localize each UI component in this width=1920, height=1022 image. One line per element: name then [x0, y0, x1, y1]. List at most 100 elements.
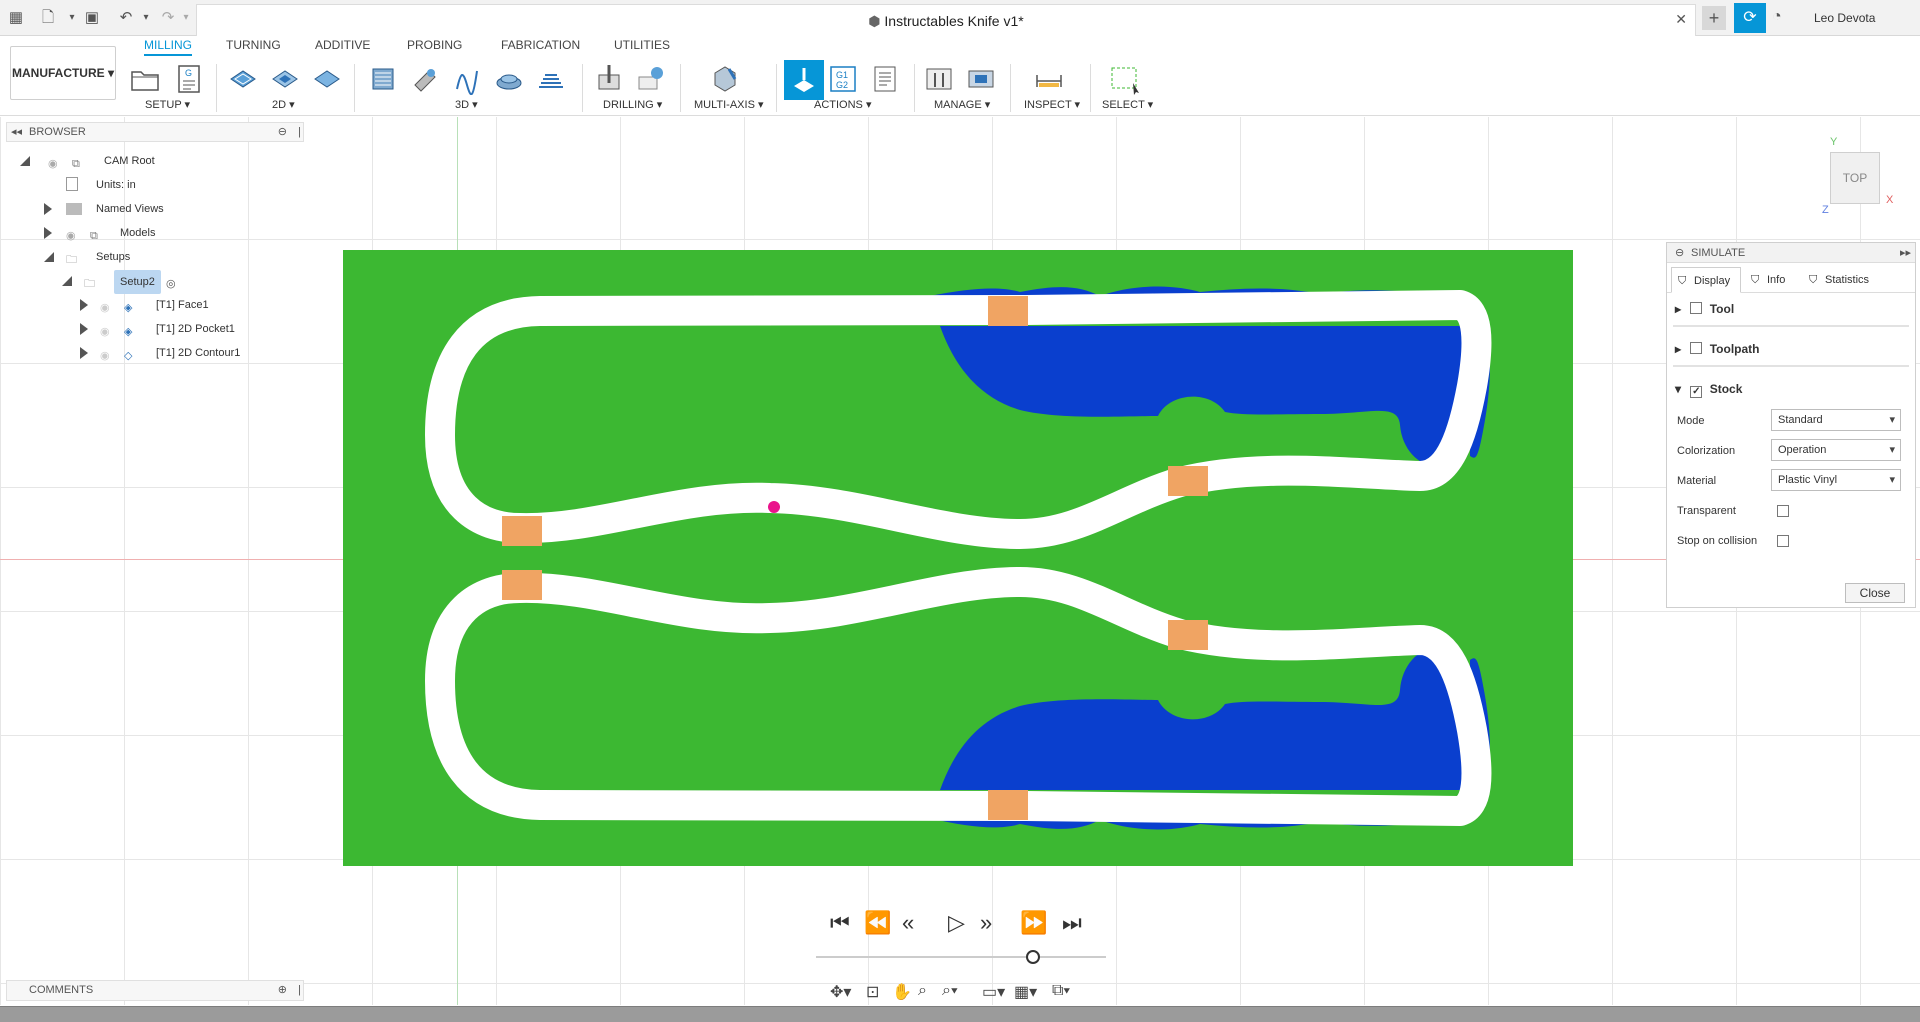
- select-group-label[interactable]: SELECT ▾: [1102, 98, 1153, 111]
- viewports-icon[interactable]: ⧉▾: [1052, 982, 1070, 1000]
- post-process-icon[interactable]: G1 G2: [826, 62, 860, 96]
- transparent-checkbox[interactable]: [1777, 505, 1789, 517]
- close-tab-icon[interactable]: ✕: [1675, 11, 1687, 28]
- apps-grid-icon[interactable]: ▦: [6, 8, 26, 28]
- user-name[interactable]: Leo Devota: [1814, 11, 1875, 25]
- hole-recognition-icon[interactable]: [634, 62, 668, 96]
- visibility-eye-icon[interactable]: ◉: [100, 321, 116, 338]
- 2d-pocket-icon[interactable]: [268, 62, 302, 96]
- tab-info[interactable]: ⛉ Info: [1745, 267, 1801, 293]
- tool-library-icon[interactable]: [922, 62, 956, 96]
- browser-header[interactable]: ◂◂ BROWSER ⊖ |: [6, 122, 304, 142]
- tab-turning[interactable]: TURNING: [226, 38, 281, 52]
- workspace-switcher[interactable]: MANUFACTURE ▾: [10, 46, 116, 100]
- setup-sheet-icon[interactable]: G: [172, 62, 206, 96]
- tab-milling[interactable]: MILLING: [144, 38, 193, 56]
- new-folder-icon[interactable]: [128, 62, 162, 96]
- section-toolpath[interactable]: ▸ Toolpath: [1675, 339, 1759, 359]
- toolpath-checkbox[interactable]: [1690, 342, 1703, 354]
- collapse-icon[interactable]: ▾: [1675, 382, 1681, 396]
- stock-checkbox[interactable]: ✓: [1690, 386, 1703, 398]
- play-icon[interactable]: ▷: [948, 910, 965, 936]
- drilling-group-label[interactable]: DRILLING ▾: [603, 98, 662, 111]
- tree-named-views[interactable]: Named Views: [20, 198, 220, 220]
- collapse-icon[interactable]: [20, 156, 30, 166]
- inspect-group-label[interactable]: INSPECT ▾: [1024, 98, 1080, 111]
- redo-dropdown-icon[interactable]: ▾: [176, 8, 196, 28]
- visibility-eye-icon[interactable]: ◉: [100, 345, 116, 362]
- expand-icon[interactable]: [80, 323, 88, 335]
- tree-models[interactable]: ◉ ⧉ Models: [20, 222, 220, 244]
- stop-on-collision-checkbox[interactable]: [1777, 535, 1789, 547]
- expand-icon[interactable]: ▸: [1675, 342, 1681, 356]
- job-status-button[interactable]: ⟳: [1734, 3, 1766, 33]
- simulate-collapse-icon[interactable]: ⊖: [1675, 243, 1684, 263]
- viewcube-face-top[interactable]: TOP: [1830, 152, 1880, 204]
- orbit-icon[interactable]: ✥▾: [830, 982, 851, 1002]
- close-button[interactable]: Close: [1845, 583, 1905, 603]
- 3d-adaptive-icon[interactable]: [366, 62, 400, 96]
- tool-checkbox[interactable]: [1690, 302, 1703, 314]
- clock-icon[interactable]: ◔: [1772, 8, 1782, 26]
- 3d-group-label[interactable]: 3D ▾: [455, 98, 478, 111]
- simulate-expand-icon[interactable]: ▸▸: [1900, 243, 1911, 263]
- pan-icon[interactable]: ✋: [892, 982, 912, 1002]
- step-forward-icon[interactable]: »: [980, 910, 992, 936]
- expand-icon[interactable]: [44, 227, 52, 239]
- multi-axis-group-label[interactable]: MULTI-AXIS ▾: [694, 98, 764, 111]
- collapse-panel-icon[interactable]: ◂◂: [11, 123, 22, 141]
- setup-group-label[interactable]: SETUP ▾: [145, 98, 190, 111]
- file-dropdown-icon[interactable]: ▾: [62, 8, 82, 28]
- timeline-handle[interactable]: [1026, 950, 1040, 964]
- 3d-contour-icon[interactable]: [492, 62, 526, 96]
- tree-op-pocket1[interactable]: ◉ ◈ [T1] 2D Pocket1: [20, 318, 240, 340]
- section-tool[interactable]: ▸ Tool: [1675, 299, 1734, 319]
- tab-display[interactable]: ⛉ Display: [1671, 267, 1741, 293]
- tab-utilities[interactable]: UTILITIES: [614, 38, 670, 52]
- simulate-header[interactable]: ⊖ SIMULATE ▸▸: [1667, 243, 1915, 263]
- visibility-eye-icon[interactable]: ◉: [48, 153, 64, 170]
- material-select[interactable]: Plastic Vinyl: [1771, 469, 1901, 491]
- 2d-adaptive-icon[interactable]: [226, 62, 260, 96]
- next-operation-icon[interactable]: ⏩: [1020, 910, 1047, 936]
- tree-setups[interactable]: 🗀 Setups: [20, 246, 220, 268]
- active-setup-icon[interactable]: ◎: [166, 273, 182, 290]
- expand-icon[interactable]: [80, 299, 88, 311]
- file-menu-icon[interactable]: 🗋: [38, 8, 58, 28]
- select-window-icon[interactable]: [1108, 62, 1142, 96]
- skip-to-end-icon[interactable]: ⏭: [1062, 910, 1082, 936]
- previous-operation-icon[interactable]: ⏪: [864, 910, 891, 936]
- tab-probing[interactable]: PROBING: [407, 38, 462, 52]
- expand-icon[interactable]: [44, 203, 52, 215]
- simulate-icon[interactable]: [784, 60, 824, 100]
- tab-additive[interactable]: ADDITIVE: [315, 38, 370, 52]
- simulation-timeline[interactable]: [816, 956, 1106, 958]
- display-settings-icon[interactable]: ▭▾: [982, 982, 1005, 1002]
- actions-group-label[interactable]: ACTIONS ▾: [814, 98, 871, 111]
- look-at-icon[interactable]: ⊡: [866, 982, 879, 1002]
- browser-minimize-icon[interactable]: ⊖: [278, 123, 287, 141]
- undo-dropdown-icon[interactable]: ▾: [136, 8, 156, 28]
- undo-icon[interactable]: ↶: [116, 8, 136, 28]
- document-tab[interactable]: ⬢ Instructables Knife v1* ✕: [196, 4, 1696, 36]
- expand-icon[interactable]: ▸: [1675, 302, 1681, 316]
- fit-icon[interactable]: ⌕▾: [942, 982, 958, 1000]
- 3d-parallel-icon[interactable]: [450, 62, 484, 96]
- new-tab-button[interactable]: +: [1702, 6, 1726, 30]
- tab-fabrication[interactable]: FABRICATION: [501, 38, 580, 52]
- setup-sheet-action-icon[interactable]: [868, 62, 902, 96]
- redo-icon[interactable]: ↷: [158, 8, 178, 28]
- visibility-eye-icon[interactable]: ◉: [66, 225, 82, 242]
- tree-units[interactable]: Units: in: [20, 174, 220, 196]
- zoom-icon[interactable]: ⌕: [918, 982, 927, 1000]
- section-stock[interactable]: ▾ ✓ Stock: [1675, 379, 1742, 399]
- multi-axis-icon[interactable]: [708, 62, 742, 96]
- comments-pin-icon[interactable]: |: [298, 981, 301, 1000]
- measure-icon[interactable]: [1032, 62, 1066, 96]
- 3d-pocket-icon[interactable]: [408, 62, 442, 96]
- tab-statistics[interactable]: ⛉ Statistics: [1803, 267, 1893, 293]
- 3d-scallop-icon[interactable]: [534, 62, 568, 96]
- skip-to-start-icon[interactable]: ⏮: [830, 910, 850, 936]
- tree-setup2[interactable]: 🗀 Setup2 ◎: [20, 270, 220, 294]
- machine-library-icon[interactable]: [964, 62, 998, 96]
